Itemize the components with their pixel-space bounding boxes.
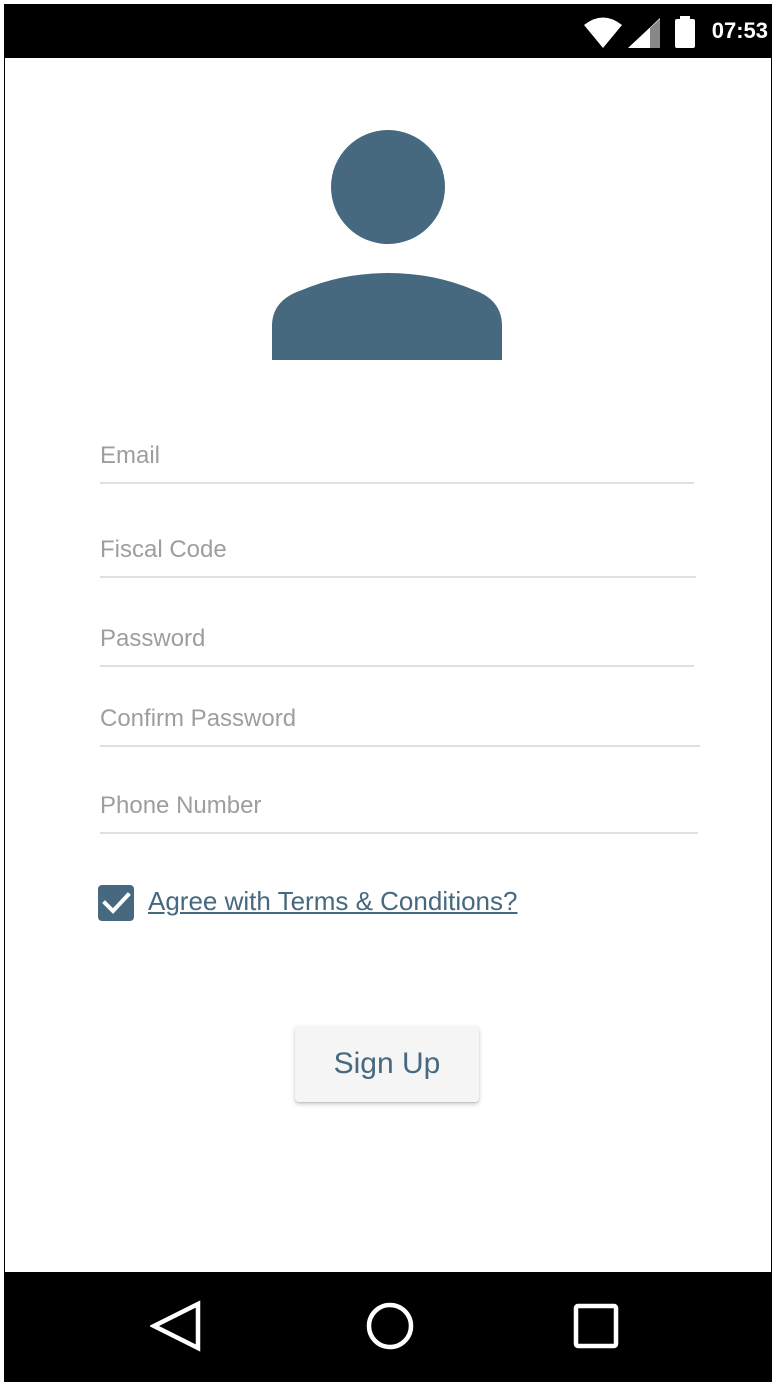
device-frame — [4, 4, 772, 1382]
phone-screen: 07:53 Email Fiscal Code Password Confirm… — [0, 0, 778, 1386]
